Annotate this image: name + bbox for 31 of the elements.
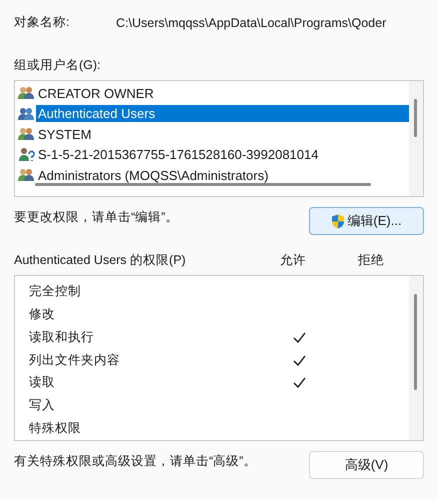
vertical-scrollbar[interactable]	[409, 276, 423, 440]
column-header: 允许	[280, 252, 307, 269]
group-item[interactable]: S-1-5-21-2015367755-1761528160-3992081014	[36, 146, 320, 164]
group-item[interactable]: Authenticated Users	[36, 105, 409, 122]
users-icon	[18, 127, 35, 142]
edit-hint: 要更改权限，请单击“编辑”。	[14, 209, 178, 226]
permission-name: 修改	[29, 306, 56, 323]
permission-name: 特殊权限	[29, 420, 82, 438]
users-icon	[18, 86, 35, 100]
group-item[interactable]: SYSTEM	[36, 126, 94, 143]
permission-name: 读取	[29, 374, 56, 392]
unknown-user-icon	[18, 147, 35, 162]
object-name-label: 对象名称:	[14, 14, 70, 31]
permission-name: 写入	[29, 397, 56, 414]
advanced-button[interactable]: 高级(V)	[309, 451, 424, 479]
users-icon	[18, 106, 35, 121]
permission-name: 读取和执行	[29, 328, 95, 346]
column-header: 拒绝	[358, 252, 385, 269]
permission-name: 列出文件夹内容	[29, 352, 121, 368]
groups-label: 组或用户名(G):	[14, 57, 101, 74]
shield-icon	[331, 214, 346, 228]
edit-button[interactable]: 编辑(E)...	[309, 207, 424, 235]
advanced-hint: 有关特殊权限或高级设置，请单击“高级”。	[14, 453, 256, 470]
group-item[interactable]: Administrators (MOQSS\Administrators)	[36, 166, 270, 184]
permission-name: 完全控制	[29, 282, 82, 300]
users-icon	[18, 168, 35, 182]
group-item[interactable]: CREATOR OWNER	[36, 84, 156, 102]
horizontal-scrollbar[interactable]	[35, 183, 371, 186]
object-path: C:\Users\mqqss\AppData\Local\Programs\Qoder	[116, 16, 386, 30]
vertical-scrollbar[interactable]	[409, 81, 423, 196]
permissions-label: Authenticated Users 的权限(P)	[14, 252, 187, 269]
